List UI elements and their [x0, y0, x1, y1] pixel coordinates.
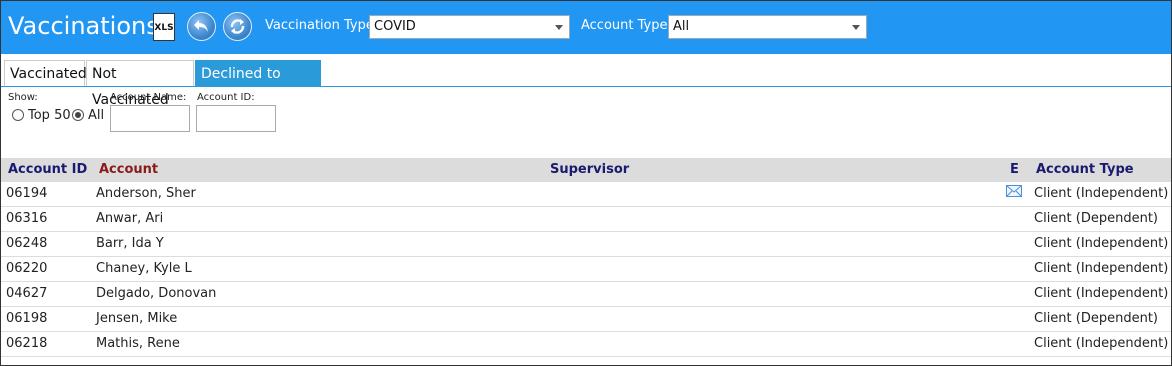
header-bar: Vaccinations XLS Vaccination Type: COVID…: [1, 1, 1171, 54]
account-name-label: Account Name:: [110, 92, 187, 103]
refresh-icon: [230, 19, 245, 34]
account-type-select[interactable]: All: [668, 15, 867, 39]
top50-radio[interactable]: [12, 109, 24, 121]
chevron-down-icon: [852, 25, 860, 30]
table-header: Account ID Account Supervisor E Account …: [1, 158, 1171, 182]
column-header-account-id[interactable]: Account ID: [8, 162, 87, 177]
account-cell[interactable]: Mathis, Rene: [96, 336, 180, 351]
account-name-input[interactable]: [110, 105, 190, 132]
account-id-cell: 06220: [6, 261, 48, 276]
vaccination-type-value: COVID: [374, 19, 416, 34]
tab-divider: [1, 86, 1171, 87]
column-header-e[interactable]: E: [1010, 162, 1019, 177]
envelope-icon[interactable]: [1006, 185, 1022, 197]
account-cell[interactable]: Jensen, Mike: [96, 311, 177, 326]
account-id-cell: 06218: [6, 336, 48, 351]
vaccination-type-label: Vaccination Type:: [265, 18, 379, 33]
undo-button[interactable]: [187, 12, 216, 41]
table-row[interactable]: 06194 Anderson, Sher Client (Independent…: [1, 182, 1171, 207]
account-cell[interactable]: Delgado, Donovan: [96, 286, 216, 301]
column-header-account-type[interactable]: Account Type: [1036, 162, 1134, 177]
all-label: All: [88, 108, 105, 123]
table-row[interactable]: 06218 Mathis, Rene Client (Independent): [1, 332, 1171, 357]
account-id-cell: 06316: [6, 211, 48, 226]
vaccinations-window: Vaccinations XLS Vaccination Type: COVID…: [0, 0, 1172, 366]
account-cell[interactable]: Anderson, Sher: [96, 186, 196, 201]
account-id-label: Account ID:: [197, 92, 255, 103]
tab-declined-to-share[interactable]: Declined to Share: [195, 60, 321, 108]
account-cell[interactable]: Anwar, Ari: [96, 211, 163, 226]
account-type-cell: Client (Independent): [1034, 236, 1169, 251]
account-id-cell: 06248: [6, 236, 48, 251]
account-type-cell: Client (Dependent): [1034, 311, 1158, 326]
table-row[interactable]: 06316 Anwar, Ari Client (Dependent): [1, 207, 1171, 232]
table-row[interactable]: 06198 Jensen, Mike Client (Dependent): [1, 307, 1171, 332]
account-type-label: Account Type:: [581, 18, 672, 33]
column-header-supervisor[interactable]: Supervisor: [550, 162, 629, 177]
account-type-cell: Client (Independent): [1034, 261, 1169, 276]
account-cell[interactable]: Barr, Ida Y: [96, 236, 164, 251]
xls-export-icon[interactable]: XLS: [153, 13, 175, 41]
account-id-cell: 06198: [6, 311, 48, 326]
all-radio[interactable]: [72, 109, 84, 121]
page-title: Vaccinations: [8, 12, 159, 40]
refresh-button[interactable]: [223, 12, 252, 41]
tab-vaccinated[interactable]: Vaccinated: [4, 60, 87, 86]
undo-icon: [194, 20, 208, 32]
column-header-account[interactable]: Account: [99, 162, 158, 177]
vaccination-type-select[interactable]: COVID: [369, 15, 570, 39]
table-row[interactable]: 04627 Delgado, Donovan Client (Independe…: [1, 282, 1171, 307]
account-id-cell: 06194: [6, 186, 48, 201]
top50-label: Top 50: [28, 108, 71, 123]
account-type-cell: Client (Independent): [1034, 186, 1169, 201]
table-row[interactable]: 06220 Chaney, Kyle L Client (Independent…: [1, 257, 1171, 282]
show-label: Show:: [8, 92, 38, 103]
account-cell[interactable]: Chaney, Kyle L: [96, 261, 192, 276]
account-type-cell: Client (Independent): [1034, 336, 1169, 351]
account-type-cell: Client (Independent): [1034, 286, 1169, 301]
account-type-cell: Client (Dependent): [1034, 211, 1158, 226]
account-type-value: All: [673, 19, 690, 34]
account-id-cell: 04627: [6, 286, 48, 301]
table-row[interactable]: 06248 Barr, Ida Y Client (Independent): [1, 232, 1171, 257]
chevron-down-icon: [555, 25, 563, 30]
tab-not-vaccinated[interactable]: Not Vaccinated: [86, 60, 194, 108]
account-id-input[interactable]: [196, 105, 276, 132]
